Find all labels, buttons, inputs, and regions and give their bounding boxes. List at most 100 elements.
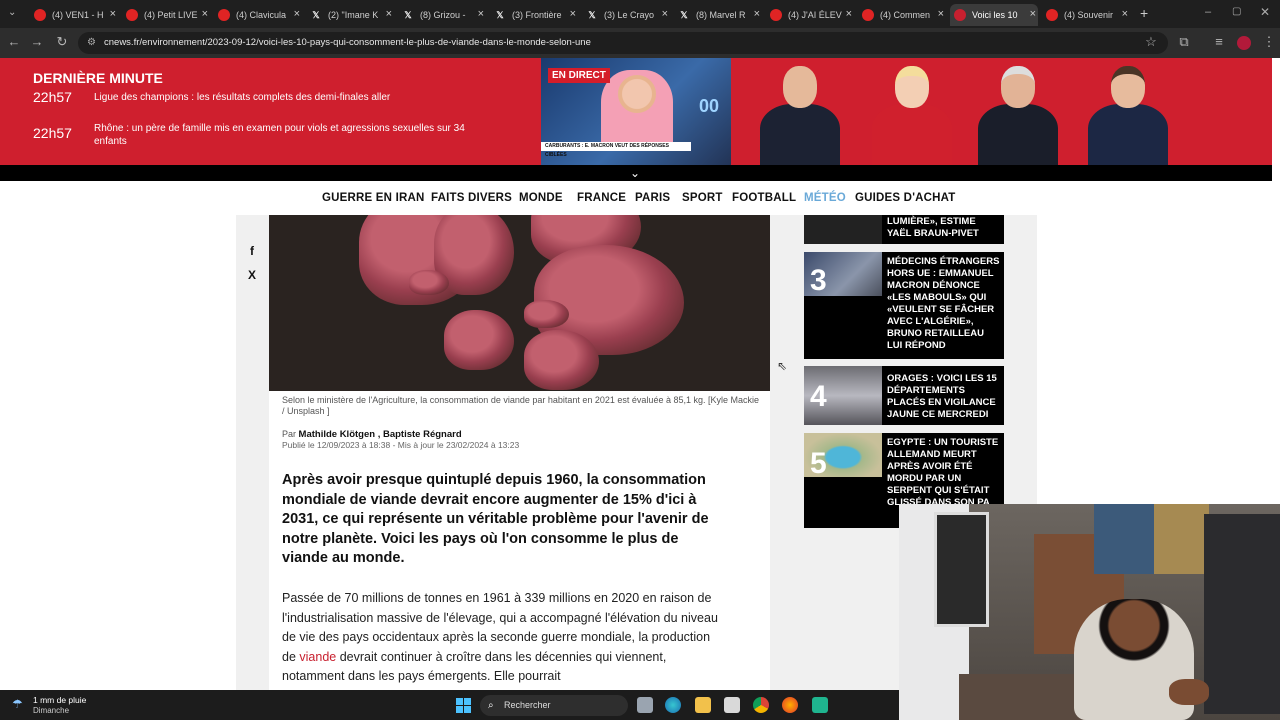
- tab-close-icon[interactable]: ×: [570, 8, 576, 20]
- windows-taskbar: ☂ 1 mm de pluie Dimanche ⌕ Rechercher: [0, 690, 899, 720]
- tab-label: (2) "Imane K: [328, 10, 379, 20]
- browser-tab[interactable]: (4) Clavicula ×: [214, 4, 302, 26]
- tab-close-icon[interactable]: ×: [202, 8, 208, 20]
- nav-guides-d-achat[interactable]: GUIDES D'ACHAT: [855, 192, 956, 204]
- browser-tab[interactable]: 𝕏 (3) Frontière ×: [490, 4, 578, 26]
- close-window-icon[interactable]: ✕: [1260, 5, 1270, 19]
- x-icon: 𝕏: [588, 9, 596, 20]
- banner-headline-2[interactable]: Rhône : un père de famille mis en examen…: [94, 122, 474, 148]
- tab-close-icon[interactable]: ×: [662, 8, 668, 20]
- banner-headline-1[interactable]: Ligue des champions : les résultats comp…: [94, 91, 474, 104]
- browser-tab[interactable]: (4) J'AI ÉLEV ×: [766, 4, 854, 26]
- tab-label: (4) Clavicula: [236, 10, 287, 20]
- share-facebook-icon[interactable]: f: [244, 244, 260, 258]
- url-field[interactable]: ⚙ cnews.fr/environnement/2023-09-12/voic…: [78, 32, 1168, 54]
- tab-close-icon[interactable]: ×: [386, 8, 392, 20]
- browser-tab-bar: ⌄ (4) VEN1 - H × (4) Petit LIVE × (4) Clavic…: [0, 0, 1280, 28]
- extensions-icon[interactable]: ⧉: [1175, 34, 1193, 50]
- sidebar-article-3[interactable]: 3 MÉDECINS ÉTRANGERS HORS UE : EMMANUEL …: [804, 252, 1004, 359]
- sidebar-article-4[interactable]: 4 ORAGES : VOICI LES 15 DÉPARTEMENTS PLA…: [804, 366, 1004, 425]
- sidebar-number-5: 5: [810, 447, 827, 480]
- chevron-down-icon[interactable]: ⌄: [630, 165, 640, 181]
- youtube-icon: [34, 9, 46, 21]
- forward-icon[interactable]: →: [28, 34, 46, 49]
- browser-tab[interactable]: 𝕏 (8) Marvel R ×: [674, 4, 762, 26]
- file-explorer-icon[interactable]: [695, 697, 711, 713]
- browser-tab[interactable]: Voici les 10 ×: [950, 4, 1038, 26]
- tab-close-icon[interactable]: ×: [1122, 8, 1128, 20]
- nav-meteo[interactable]: MÉTÉO: [804, 192, 846, 204]
- byline-prefix: Par: [282, 429, 297, 439]
- live-video-player[interactable]: EN DIRECT 00 CARBURANTS : E. MACRON VEUT…: [541, 58, 731, 165]
- site-navigation: GUERRE EN IRAN FAITS DIVERS MONDE FRANCE…: [0, 181, 1272, 215]
- banner-toggle-strip: ⌄: [0, 165, 1272, 181]
- media-icon[interactable]: ≡: [1210, 34, 1228, 49]
- share-x-icon[interactable]: X: [244, 268, 260, 282]
- tab-label: (8) Grizou -: [420, 10, 466, 20]
- app-icon[interactable]: [812, 697, 828, 713]
- weather-value[interactable]: 1 mm de pluie: [33, 695, 86, 705]
- image-caption: Selon le ministère de l'Agriculture, la …: [282, 395, 759, 416]
- sidebar-number-3: 3: [810, 264, 827, 297]
- browser-tab[interactable]: 𝕏 (3) Le Crayo ×: [582, 4, 670, 26]
- task-view-icon[interactable]: [637, 697, 653, 713]
- tab-close-icon[interactable]: ×: [938, 8, 944, 20]
- article-hero-image: [269, 215, 770, 391]
- nav-paris[interactable]: PARIS: [635, 192, 670, 204]
- tab-label: (8) Marvel R: [696, 10, 746, 20]
- nav-sport[interactable]: SPORT: [682, 192, 723, 204]
- article-lead: Après avoir presque quintuplé depuis 196…: [282, 472, 709, 566]
- youtube-icon: [218, 9, 230, 21]
- viande-link[interactable]: viande: [299, 650, 336, 664]
- live-ticker: CARBURANTS : E. MACRON VEUT DES RÉPONSES…: [541, 142, 691, 158]
- store-icon[interactable]: [724, 697, 740, 713]
- tab-close-icon[interactable]: ×: [110, 8, 116, 20]
- nav-faits-divers[interactable]: FAITS DIVERS: [431, 192, 512, 204]
- bookmark-star-icon[interactable]: ☆: [1142, 34, 1160, 50]
- tab-close-icon[interactable]: ×: [478, 8, 484, 20]
- nav-guerre-en-iran[interactable]: GUERRE EN IRAN: [322, 192, 424, 204]
- browser-tab[interactable]: (4) Commen ×: [858, 4, 946, 26]
- banner-title: DERNIÈRE MINUTE: [33, 70, 163, 86]
- maximize-icon[interactable]: ▢: [1232, 6, 1241, 17]
- tab-close-icon[interactable]: ×: [1030, 8, 1036, 20]
- taskbar-search[interactable]: ⌕ Rechercher: [480, 695, 628, 716]
- tab-close-icon[interactable]: ×: [294, 8, 300, 20]
- new-tab-button[interactable]: +: [1140, 5, 1148, 21]
- authors[interactable]: Mathilde Klötgen , Baptiste Régnard: [299, 429, 462, 440]
- menu-kebab-icon[interactable]: ⋮: [1260, 34, 1278, 50]
- browser-tab[interactable]: (4) Souvenir ×: [1042, 4, 1130, 26]
- firefox-icon[interactable]: [782, 697, 798, 713]
- tab-close-icon[interactable]: ×: [846, 8, 852, 20]
- weather-rain-icon[interactable]: ☂: [12, 697, 23, 711]
- tab-label: (4) J'AI ÉLEV: [788, 10, 842, 20]
- browser-tab[interactable]: (4) VEN1 - H ×: [30, 4, 118, 26]
- site-info-icon[interactable]: ⚙: [87, 32, 96, 54]
- sidebar-article-2[interactable]: LUMIÈRE», ESTIME YAËL BRAUN-PIVET: [804, 215, 1004, 244]
- back-icon[interactable]: ←: [5, 34, 23, 49]
- x-icon: 𝕏: [680, 9, 688, 20]
- nav-monde[interactable]: MONDE: [519, 192, 563, 204]
- tab-label: (4) Commen: [880, 10, 931, 20]
- nav-football[interactable]: FOOTBALL: [732, 192, 796, 204]
- webcam-overlay: [899, 504, 1280, 720]
- browser-tab[interactable]: 𝕏 (8) Grizou - ×: [398, 4, 486, 26]
- browser-tab[interactable]: (4) Petit LIVE ×: [122, 4, 210, 26]
- taskbar-search-placeholder: Rechercher: [504, 700, 551, 710]
- sidebar-article-2-title: LUMIÈRE», ESTIME YAËL BRAUN-PIVET: [887, 216, 979, 239]
- nav-france[interactable]: FRANCE: [577, 192, 626, 204]
- chrome-icon[interactable]: [753, 697, 769, 713]
- banner-time-2: 22h57: [33, 125, 72, 141]
- live-badge: EN DIRECT: [548, 68, 610, 83]
- x-icon: 𝕏: [404, 9, 412, 20]
- tab-close-icon[interactable]: ×: [754, 8, 760, 20]
- minimize-icon[interactable]: –: [1205, 6, 1211, 18]
- edge-icon[interactable]: [665, 697, 681, 713]
- profile-avatar[interactable]: [1237, 36, 1251, 50]
- browser-tab[interactable]: 𝕏 (2) "Imane K ×: [306, 4, 394, 26]
- byline: Par Mathilde Klötgen , Baptiste Régnard: [282, 429, 462, 440]
- tab-label: (4) Petit LIVE: [144, 10, 198, 20]
- reload-icon[interactable]: ↻: [53, 34, 71, 50]
- tab-search-icon[interactable]: ⌄: [8, 7, 16, 18]
- start-button[interactable]: [456, 698, 471, 713]
